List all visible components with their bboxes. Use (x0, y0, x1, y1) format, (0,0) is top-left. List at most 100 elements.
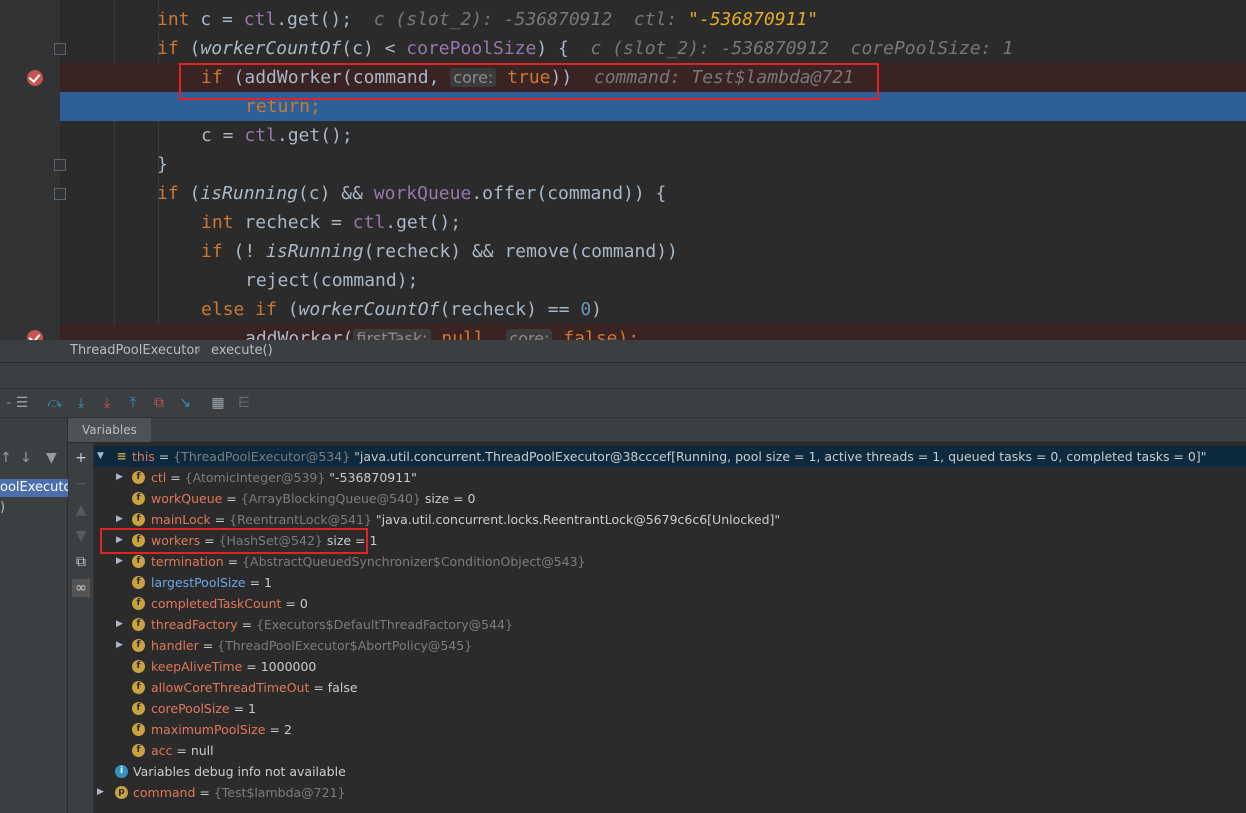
var-row-corepoolsize[interactable]: f corePoolSize = 1 (94, 698, 1246, 719)
this-object-icon: ≡ (116, 449, 127, 463)
var-row-keepalivetime[interactable]: f keepAliveTime = 1000000 (94, 656, 1246, 677)
variables-tab-bar: Variables (68, 418, 1246, 442)
code-line-11[interactable]: else if (workerCountOf(recheck) == 0) (0, 295, 1246, 324)
code-line-1[interactable]: int c = ctl.get(); c (slot_2): -53687091… (0, 5, 1246, 34)
code-token: if (157, 183, 179, 204)
var-name: largestPoolSize (151, 575, 246, 590)
code-line-2[interactable]: if (workerCountOf(c) < corePoolSize) { c… (0, 34, 1246, 63)
var-row-largestpoolsize[interactable]: f largestPoolSize = 1 (94, 572, 1246, 593)
move-up-icon[interactable]: ▲ (72, 501, 90, 519)
breakpoint-icon[interactable] (27, 70, 43, 86)
code-line-6[interactable]: } (0, 150, 1246, 179)
code-editor[interactable]: int c = ctl.get(); c (slot_2): -53687091… (0, 0, 1246, 340)
info-icon: i (115, 765, 128, 778)
code-line-9[interactable]: if (! isRunning(recheck) && remove(comma… (0, 237, 1246, 266)
breakpoint-icon[interactable] (27, 330, 43, 340)
show-execution-point-icon[interactable]: ☰ (13, 394, 31, 412)
var-row-maximumpoolsize[interactable]: f maximumPoolSize = 2 (94, 719, 1246, 740)
code-line-5[interactable]: c = ctl.get(); (0, 121, 1246, 150)
var-type: {AbstractQueuedSynchronizer$ConditionObj… (242, 554, 586, 569)
code-token: .get(); (276, 125, 353, 146)
copy-icon[interactable]: ⧉ (72, 553, 90, 571)
var-row-ctl[interactable]: ▶ f ctl = {AtomicInteger@539} "-53687091… (94, 467, 1246, 488)
fold-marker-icon[interactable] (54, 43, 66, 55)
code-token: int (157, 9, 190, 30)
collapse-arrow-icon[interactable]: ▼ (97, 446, 107, 467)
code-token: ctl (243, 9, 277, 30)
show-watches-icon[interactable]: ∞ (72, 579, 90, 597)
force-step-into-icon[interactable]: ⤓ (98, 394, 116, 412)
var-name: corePoolSize (151, 701, 230, 716)
code-token: recheck = (233, 212, 353, 233)
code-token: .get(); (385, 212, 462, 233)
field-icon: f (132, 660, 145, 673)
fold-marker-icon[interactable] (54, 188, 66, 200)
var-value: size = 0 (420, 491, 476, 506)
expand-arrow-icon[interactable]: ▶ (116, 467, 126, 488)
move-down-icon[interactable]: ▼ (72, 527, 90, 545)
var-row-this[interactable]: ▼ ≡ this = {ThreadPoolExecutor@534} "jav… (94, 446, 1246, 467)
code-token: addWorker( (245, 328, 354, 340)
var-name: keepAliveTime (151, 659, 243, 674)
code-token: isRunning (266, 241, 364, 262)
code-line-12-breakpoint[interactable]: addWorker(firstTask: null, core: false); (0, 324, 1246, 340)
step-into-icon[interactable]: ⤓ (72, 394, 90, 412)
code-token: ( (276, 299, 299, 320)
expand-arrow-icon[interactable]: ▶ (116, 509, 126, 530)
expand-arrow-icon[interactable]: ▶ (97, 782, 107, 803)
var-value: false (327, 680, 358, 695)
var-type: {Test$lambda@721} (213, 785, 346, 800)
code-token: 0 (580, 299, 592, 320)
var-row-handler[interactable]: ▶ f handler = {ThreadPoolExecutor$AbortP… (94, 635, 1246, 656)
variables-tree[interactable]: ▼ ≡ this = {ThreadPoolExecutor@534} "jav… (94, 443, 1246, 813)
expand-arrow-icon[interactable]: ▶ (116, 614, 126, 635)
code-line-7[interactable]: if (isRunning(c) && workQueue.offer(comm… (0, 179, 1246, 208)
tab-variables[interactable]: Variables (68, 418, 151, 442)
code-token: null, (430, 328, 507, 340)
code-line-10[interactable]: reject(command); (0, 266, 1246, 295)
trace-stream-icon[interactable]: ⋿ (235, 394, 253, 412)
debug-toolbar: - ☰ ⤼ ⤓ ⤓ ⤒ ⧉ ↘ ▦ ⋿ (0, 388, 1246, 418)
var-row-acc[interactable]: f acc = null (94, 740, 1246, 761)
code-token: ) { (536, 38, 569, 59)
code-token: ) (591, 299, 603, 320)
filter-icon[interactable]: ▼ (46, 450, 57, 466)
breadcrumb-class[interactable]: ThreadPoolExecutor (70, 340, 200, 362)
code-token: "-536870911" (688, 9, 819, 30)
code-line-8[interactable]: int recheck = ctl.get(); (0, 208, 1246, 237)
var-row-workqueue[interactable]: f workQueue = {ArrayBlockingQueue@540} s… (94, 488, 1246, 509)
var-row-termination[interactable]: ▶ f termination = {AbstractQueuedSynchro… (94, 551, 1246, 572)
var-value: "java.util.concurrent.locks.ReentrantLoc… (375, 512, 781, 527)
var-type: {Executors$DefaultThreadFactory@544} (256, 617, 513, 632)
frame-down-icon[interactable]: ↓ (20, 450, 32, 466)
field-icon: f (132, 744, 145, 757)
code-token: firstTask: (353, 329, 431, 340)
var-name: this (132, 449, 155, 464)
var-name: termination (151, 554, 224, 569)
run-to-cursor-icon[interactable]: ↘ (176, 394, 194, 412)
code-token: int (201, 212, 234, 233)
breadcrumb-method[interactable]: execute() (211, 340, 273, 362)
var-name: ctl (151, 470, 167, 485)
evaluate-expression-icon[interactable]: ▦ (209, 394, 227, 412)
expand-arrow-icon[interactable]: ▶ (116, 551, 126, 572)
fold-marker-icon[interactable] (54, 159, 66, 171)
step-over-icon[interactable]: ⤼ (46, 394, 64, 412)
step-out-icon[interactable]: ⤒ (124, 394, 142, 412)
variables-side-toolbar: + − ▲ ▼ ⧉ ∞ (68, 443, 94, 813)
var-row-allowcorethreadtimeout[interactable]: f allowCoreThreadTimeOut = false (94, 677, 1246, 698)
var-row-completedtaskcount[interactable]: f completedTaskCount = 0 (94, 593, 1246, 614)
drop-frame-icon[interactable]: ⧉ (150, 394, 168, 412)
expand-arrow-icon[interactable]: ▶ (116, 635, 126, 656)
var-row-command[interactable]: ▶ p command = {Test$lambda@721} (94, 782, 1246, 803)
remove-watch-icon[interactable]: − (72, 475, 90, 493)
var-type: {ArrayBlockingQueue@540} (240, 491, 421, 506)
new-watch-icon[interactable]: + (72, 449, 90, 467)
frame-up-icon[interactable]: ↑ (0, 450, 12, 466)
var-row-threadfactory[interactable]: ▶ f threadFactory = {Executors$DefaultTh… (94, 614, 1246, 635)
frame-item[interactable]: ) (0, 500, 5, 515)
frame-item-selected[interactable]: oolExecutor (0, 479, 68, 497)
code-token: ctl (352, 212, 386, 233)
var-row-mainlock[interactable]: ▶ f mainLock = {ReentrantLock@541} "java… (94, 509, 1246, 530)
code-token: .get(); (276, 9, 353, 30)
